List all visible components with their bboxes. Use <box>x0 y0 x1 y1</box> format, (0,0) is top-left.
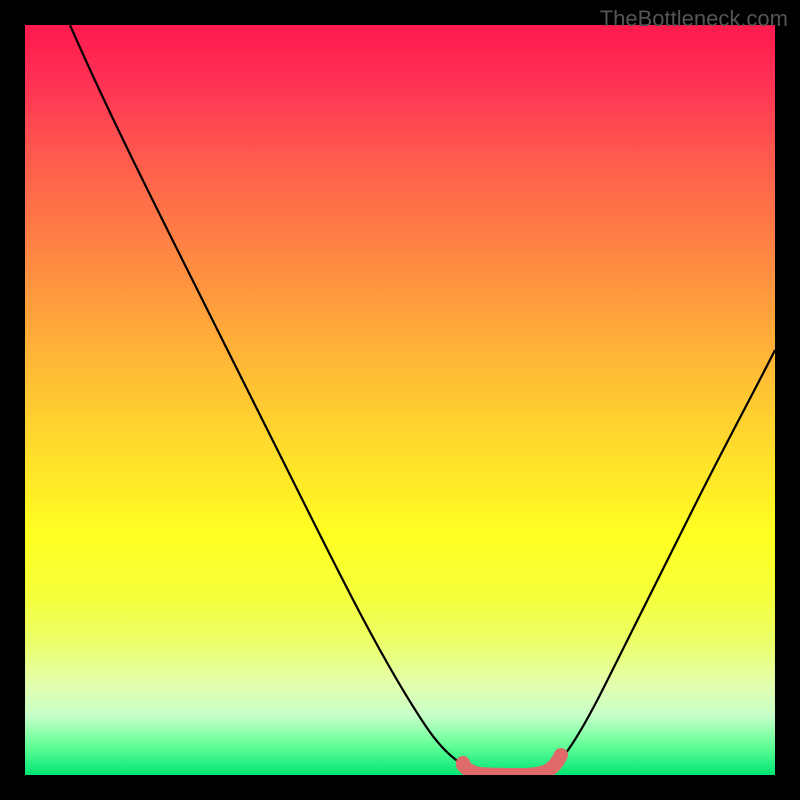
highlight-segment <box>463 757 560 775</box>
highlight-dot-left <box>456 756 470 770</box>
watermark-text: TheBottleneck.com <box>600 6 788 32</box>
highlight-dot-right <box>554 748 568 762</box>
bottleneck-curve <box>25 25 775 775</box>
curve-path <box>70 25 775 775</box>
chart-plot-area <box>25 25 775 775</box>
